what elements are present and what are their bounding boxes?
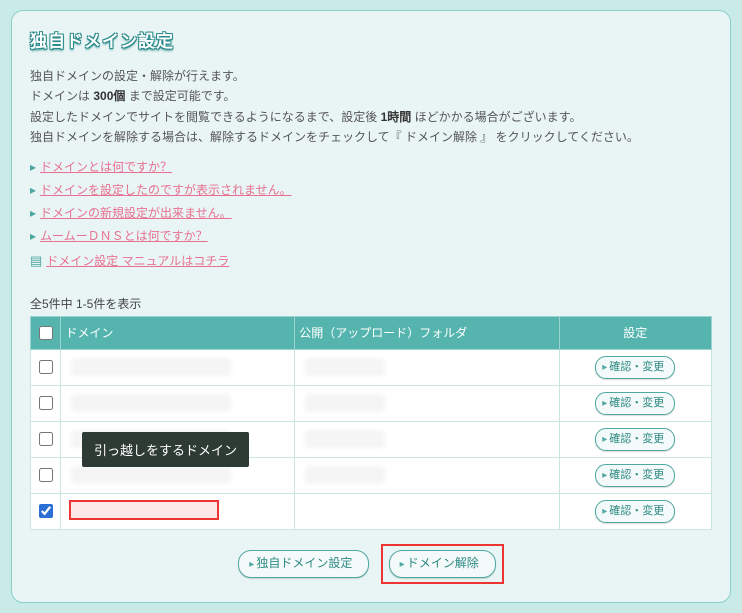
redacted — [305, 358, 385, 376]
select-all-checkbox[interactable] — [39, 326, 53, 340]
confirm-change-button[interactable]: 確認・変更 — [595, 500, 675, 523]
folder-cell — [295, 457, 559, 493]
manual-link-row: ▤ ドメイン設定 マニュアルはコチラ — [30, 252, 712, 269]
document-icon: ▤ — [30, 253, 42, 268]
domain-table: ドメイン 公開（アップロード）フォルダ 設定 確認・変更 確認・変更 — [30, 316, 712, 530]
faq-item: ドメインとは何ですか？ — [30, 158, 712, 175]
faq-item: ドメインを設定したのですが表示されません。 — [30, 181, 712, 198]
intro-line3a: 設定したドメインでサイトを閲覧できるようになるまで、設定後 — [30, 110, 381, 124]
intro-line2c: まで設定可能です。 — [125, 89, 235, 103]
add-domain-button[interactable]: 独自ドメイン設定 — [238, 550, 369, 578]
intro-line3b: 1時間 — [381, 110, 412, 124]
redacted — [305, 466, 385, 484]
header-folder: 公開（アップロード）フォルダ — [295, 316, 559, 349]
intro-line2b: 300個 — [93, 89, 125, 103]
intro-line3c: ほどかかる場合がございます。 — [411, 110, 581, 124]
redacted — [71, 466, 231, 484]
row-checkbox[interactable] — [39, 432, 53, 446]
page-title: 独自ドメイン設定 — [30, 27, 712, 52]
row-checkbox[interactable] — [39, 504, 53, 518]
intro-text: 独自ドメインの設定・解除が行えます。 ドメインは 300個 まで設定可能です。 … — [30, 66, 712, 148]
folder-cell — [295, 493, 559, 529]
folder-cell — [295, 421, 559, 457]
faq-link-3[interactable]: ドメインの新規設定が出来ません。 — [40, 206, 232, 220]
remove-highlight-frame: ドメイン解除 — [381, 544, 504, 584]
table-row: 確認・変更 — [31, 385, 712, 421]
domain-cell — [61, 493, 295, 529]
intro-line2a: ドメインは — [30, 89, 93, 103]
folder-cell — [295, 385, 559, 421]
row-checkbox[interactable] — [39, 360, 53, 374]
confirm-change-button[interactable]: 確認・変更 — [595, 392, 675, 415]
faq-item: ドメインの新規設定が出来ません。 — [30, 204, 712, 221]
manual-link[interactable]: ドメイン設定 マニュアルはコチラ — [46, 254, 229, 268]
header-check — [31, 316, 61, 349]
intro-line4: 独自ドメインを解除する場合は、解除するドメインをチェックして『 ドメイン解除 』… — [30, 130, 639, 144]
header-domain: ドメイン — [61, 316, 295, 349]
highlighted-domain — [69, 500, 219, 520]
header-action: 設定 — [559, 316, 711, 349]
domain-cell — [61, 349, 295, 385]
faq-item: ムームーＤＮＳとは何ですか？ — [30, 227, 712, 244]
faq-link-1[interactable]: ドメインとは何ですか？ — [40, 160, 172, 174]
row-checkbox[interactable] — [39, 396, 53, 410]
redacted — [71, 394, 231, 412]
faq-link-2[interactable]: ドメインを設定したのですが表示されません。 — [40, 183, 292, 197]
redacted — [305, 430, 385, 448]
faq-link-4[interactable]: ムームーＤＮＳとは何ですか？ — [40, 229, 208, 243]
domain-settings-panel: 独自ドメイン設定 独自ドメインの設定・解除が行えます。 ドメインは 300個 ま… — [11, 10, 731, 603]
table-row: 確認・変更 — [31, 349, 712, 385]
table-row: 確認・変更 — [31, 493, 712, 529]
domain-cell — [61, 385, 295, 421]
row-checkbox[interactable] — [39, 468, 53, 482]
table-wrap: ドメイン 公開（アップロード）フォルダ 設定 確認・変更 確認・変更 — [30, 316, 712, 530]
confirm-change-button[interactable]: 確認・変更 — [595, 356, 675, 379]
confirm-change-button[interactable]: 確認・変更 — [595, 464, 675, 487]
record-count: 全5件中 1-5件を表示 — [30, 295, 712, 312]
faq-list: ドメインとは何ですか？ ドメインを設定したのですが表示されません。 ドメインの新… — [30, 158, 712, 244]
remove-domain-button[interactable]: ドメイン解除 — [389, 550, 496, 578]
intro-line1: 独自ドメインの設定・解除が行えます。 — [30, 69, 245, 83]
confirm-change-button[interactable]: 確認・変更 — [595, 428, 675, 451]
redacted — [71, 358, 231, 376]
tooltip: 引っ越しをするドメイン — [82, 432, 249, 467]
redacted — [305, 394, 385, 412]
bottom-actions: 独自ドメイン設定 ドメイン解除 — [30, 544, 712, 584]
folder-cell — [295, 349, 559, 385]
